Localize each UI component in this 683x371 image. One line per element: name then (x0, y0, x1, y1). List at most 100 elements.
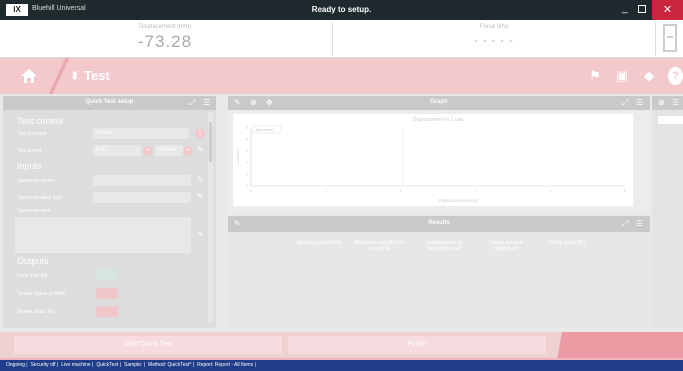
test-direction-select[interactable]: Tensile (93, 128, 189, 139)
readout-divider (655, 22, 656, 56)
maximize-button[interactable] (638, 5, 646, 13)
section-outputs: Outputs (17, 256, 49, 266)
window-status: Ready to setup. (311, 5, 372, 14)
readout-divider (332, 22, 333, 56)
start-test-arrow[interactable] (548, 332, 683, 358)
displacement-label: Displacement (mm) (138, 24, 191, 30)
test-speed-label: Test speed (17, 148, 42, 154)
speed-clear-icon[interactable]: × (143, 146, 153, 156)
menu-icon[interactable]: ☰ (203, 98, 210, 107)
results-column-header[interactable]: Tensile at break (Standard) (478, 240, 534, 252)
help-icon[interactable]: ? (668, 67, 683, 85)
panel-title: Quick Test setup (85, 99, 134, 105)
side-panel-field[interactable] (658, 116, 683, 124)
menu-icon[interactable]: ☰ (636, 98, 643, 107)
specimen-name-input[interactable] (93, 175, 191, 186)
home-icon[interactable] (20, 68, 38, 84)
y-axis-label: Load (N) (235, 149, 240, 165)
panel-title: Graph (430, 99, 448, 105)
output-tensile-stress-label: Tensile stress at MAX (17, 291, 66, 297)
x-tick-label: 5 (624, 189, 626, 193)
output-tensile-strain-label: Tensile strain (%) (17, 309, 56, 315)
specimen-note-label: Specimen note (17, 208, 51, 214)
title-bar: IX Bluehill Universal Ready to setup. _ … (0, 0, 683, 20)
expand-icon[interactable]: ⤢ (622, 219, 628, 229)
menu-icon[interactable]: ☰ (672, 98, 679, 107)
status-item[interactable]: Report: Report - All Items | (197, 362, 256, 368)
live-readouts: Displacement (mm) -73.28 Force (kN) - - … (0, 20, 683, 58)
panel-scrollbar[interactable] (208, 112, 213, 322)
y-tick-label: 3 (246, 149, 248, 153)
y-tick-label: 4 (246, 138, 248, 142)
graph-panel: ✎ ⊕ ✥ Graph ⤢ ☰ Displacement vs. Load 0 1 2… (228, 96, 650, 214)
results-column-header[interactable]: Tensile strain (%) (538, 240, 594, 246)
flag-icon[interactable]: ⚑ (586, 67, 604, 85)
finish-button[interactable]: Finish (288, 336, 546, 354)
specimen-label-type-input[interactable] (93, 192, 191, 203)
displacement-readout[interactable]: Displacement (mm) -73.28 (0, 20, 330, 58)
zoom-icon[interactable]: ⊕ (658, 98, 665, 107)
edit-icon[interactable]: ✎ (197, 145, 204, 154)
output-peak-load-toggle[interactable] (96, 270, 118, 281)
status-item[interactable]: Sample: | (124, 362, 145, 368)
status-item[interactable]: Ongoing | (6, 362, 28, 368)
status-item[interactable]: Method: QuickTest* | (148, 362, 194, 368)
close-button[interactable]: ✕ (652, 0, 683, 20)
minimize-button[interactable]: _ (622, 3, 628, 14)
force-value: - - - - - (474, 35, 514, 47)
results-column-header[interactable]: Displacement at Maximum Load (416, 240, 472, 252)
displacement-value: -73.28 (137, 32, 193, 51)
test-direction-label: Test direction (17, 131, 47, 137)
edit-icon[interactable]: ✎ (197, 230, 204, 239)
edit-icon[interactable]: ✎ (197, 175, 204, 184)
force-label: Force (kN) (479, 24, 509, 30)
panel-title: Results (428, 220, 450, 226)
results-column-header[interactable]: Maximum load (Force): Load (N) (350, 240, 410, 252)
section-test-control: Test control (17, 116, 64, 126)
status-item[interactable]: Live machine | (61, 362, 93, 368)
y-tick-label: 2 (246, 161, 248, 165)
legend-entry: Specimen 1 (256, 128, 275, 132)
add-readout-icon[interactable] (663, 24, 677, 52)
status-item[interactable]: Security off | (31, 362, 59, 368)
section-inputs: Inputs (17, 161, 42, 171)
output-tensile-stress-toggle[interactable] (96, 288, 118, 299)
specimen-label-type-label: Specimen label type (17, 195, 63, 201)
panel-header: ⊕ ☰ (652, 96, 683, 110)
side-panel: ⊕ ☰ (652, 96, 683, 328)
specimen-note-textarea[interactable] (15, 217, 191, 253)
test-speed-input[interactable]: 5.00 (93, 145, 141, 156)
x-tick-label: 1 (325, 189, 327, 193)
header-separator (48, 58, 70, 94)
results-column-header[interactable]: Specimen label Unit (294, 240, 344, 246)
expand-icon[interactable]: ⤢ (189, 98, 195, 108)
expand-icon[interactable]: ⤢ (622, 98, 628, 108)
panel-header: ✎ ⊕ ✥ Graph ⤢ ☰ (228, 96, 650, 110)
test-speed-unit[interactable]: mm/min (155, 145, 183, 156)
x-tick-label: 3 (474, 189, 476, 193)
unit-clear-icon[interactable]: × (183, 146, 193, 156)
status-item[interactable]: QuickTest | (96, 362, 121, 368)
graph-svg: Displacement vs. Load 0 1 2 3 4 5 0 1 2 3 4 5 Displac… (235, 117, 626, 203)
y-tick-label: 0 (246, 184, 248, 188)
results-panel: ✎ Results ⤢ ☰ Specimen label Unit Maximu… (228, 216, 650, 328)
edit-icon[interactable]: ✎ (197, 192, 204, 201)
specimen-name-label: Specimen name (17, 178, 54, 184)
output-peak-load-label: Peak load (N) (17, 273, 48, 279)
force-readout[interactable]: Force (kN) - - - - - (334, 20, 654, 58)
graph-plot-area[interactable]: Displacement vs. Load 0 1 2 3 4 5 0 1 2 3 4 5 Displac… (233, 114, 633, 206)
x-tick-label: 0 (250, 189, 252, 193)
bottom-bar: Start Quick Test Finish (0, 332, 683, 358)
plot-title: Displacement vs. Load (413, 117, 464, 123)
menu-icon[interactable]: ☰ (636, 219, 643, 228)
direction-info-icon[interactable]: i (195, 129, 205, 139)
eraser-icon[interactable]: ◆ (640, 67, 658, 85)
x-tick-label: 2 (400, 189, 402, 193)
panel-header: ✎ Results ⤢ ☰ (228, 216, 650, 232)
save-icon[interactable]: ▣ (613, 67, 631, 85)
panel-header: Quick Test setup ⤢ ☰ (3, 96, 216, 110)
y-tick-label: 1 (246, 172, 248, 176)
workspace-header: ▮ Test ⚑ ▣ ◆ ? (0, 58, 683, 94)
start-quick-test-button[interactable]: Start Quick Test (14, 336, 282, 354)
output-tensile-strain-toggle[interactable] (96, 306, 118, 317)
